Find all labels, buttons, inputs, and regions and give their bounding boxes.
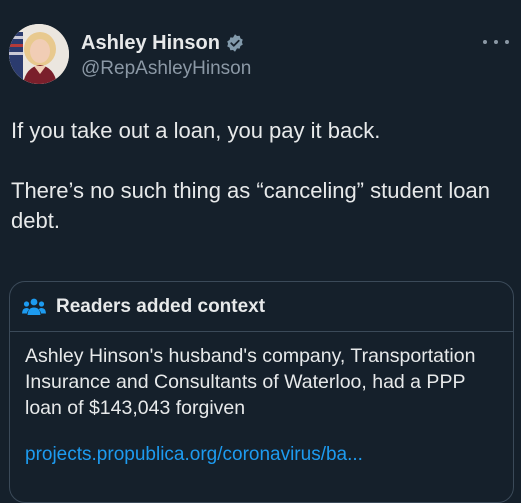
verified-badge-icon: [225, 33, 245, 53]
readers-icon: [22, 296, 46, 318]
avatar[interactable]: [9, 24, 69, 84]
context-note-header: Readers added context: [10, 282, 513, 332]
context-note-title: Readers added context: [56, 295, 266, 317]
author-name[interactable]: Ashley Hinson: [81, 31, 220, 55]
context-note-link[interactable]: projects.propublica.org/coronavirus/ba..…: [25, 442, 363, 468]
author-name-row[interactable]: Ashley Hinson: [81, 31, 245, 55]
context-note-body: Ashley Hinson's husband's company, Trans…: [25, 345, 476, 419]
readers-context-note: Readers added context Ashley Hinson's hu…: [9, 281, 514, 503]
tweet-text: If you take out a loan, you pay it back.…: [11, 118, 490, 233]
author-handle[interactable]: @RepAshleyHinson: [81, 57, 251, 81]
more-options-icon[interactable]: [483, 34, 509, 50]
